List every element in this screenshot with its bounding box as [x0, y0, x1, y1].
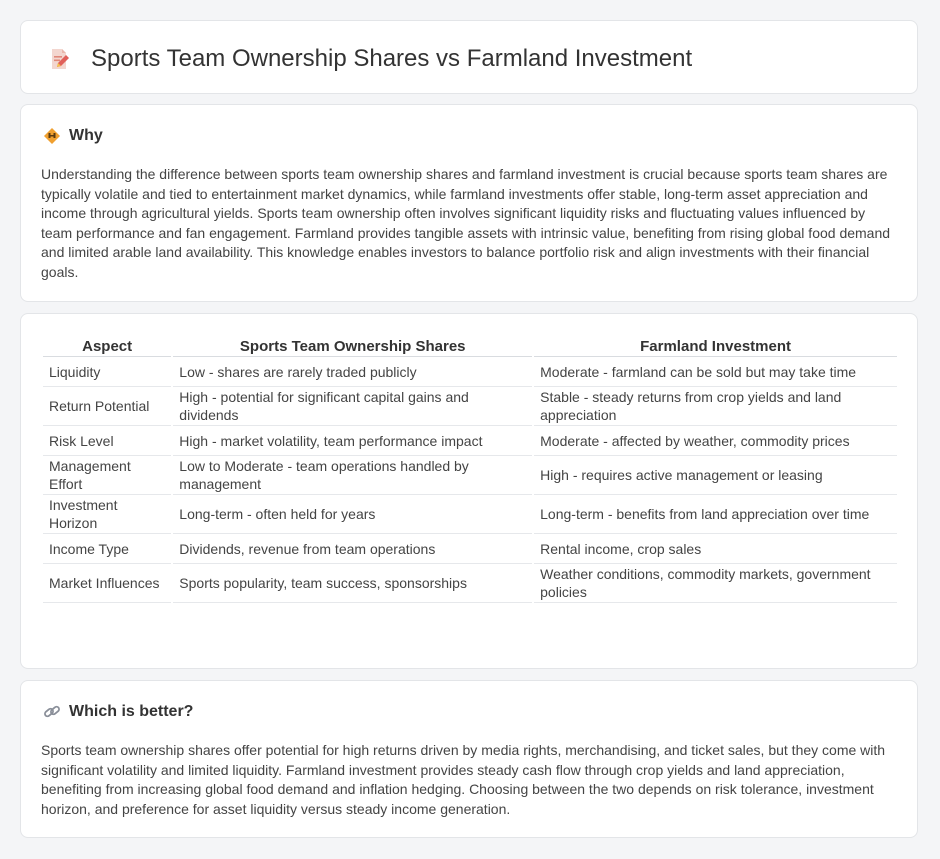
- column-header-aspect: Aspect: [43, 334, 172, 357]
- which-is-better-section: Which is better? Sports team ownership s…: [20, 680, 918, 838]
- why-body: Understanding the difference between spo…: [41, 166, 891, 280]
- table-row: Risk Level High - market volatility, tea…: [43, 426, 897, 456]
- table-cell: Weather conditions, commodity markets, g…: [534, 564, 897, 603]
- table-row: Management Effort Low to Moderate - team…: [43, 456, 897, 495]
- table-cell: Long-term - often held for years: [173, 495, 533, 534]
- table-cell: Moderate - farmland can be sold but may …: [534, 357, 897, 387]
- header-card: Sports Team Ownership Shares vs Farmland…: [20, 20, 918, 94]
- comparison-table-card: Aspect Sports Team Ownership Shares Farm…: [20, 313, 918, 669]
- comparison-table: Aspect Sports Team Ownership Shares Farm…: [41, 334, 899, 603]
- table-cell: Management Effort: [43, 456, 172, 495]
- table-cell: Long-term - benefits from land appreciat…: [534, 495, 897, 534]
- table-cell: High - market volatility, team performan…: [173, 426, 533, 456]
- table-cell: Rental income, crop sales: [534, 534, 897, 564]
- table-row: Investment Horizon Long-term - often hel…: [43, 495, 897, 534]
- table-row: Market Influences Sports popularity, tea…: [43, 564, 897, 603]
- better-body: Sports team ownership shares offer poten…: [41, 742, 886, 817]
- link-icon: [44, 705, 60, 718]
- column-header-sports: Sports Team Ownership Shares: [173, 334, 533, 357]
- better-heading: Which is better?: [43, 703, 193, 721]
- warning-diamond-icon: [44, 128, 60, 144]
- table-cell: Low - shares are rarely traded publicly: [173, 357, 533, 387]
- table-cell: High - requires active management or lea…: [534, 456, 897, 495]
- why-section: Why Understanding the difference between…: [20, 104, 918, 302]
- table-cell: High - potential for significant capital…: [173, 387, 533, 426]
- why-title: Why: [69, 127, 103, 144]
- better-title: Which is better?: [69, 703, 194, 720]
- why-heading: Why: [43, 127, 103, 145]
- table-cell: Investment Horizon: [43, 495, 172, 534]
- table-cell: Market Influences: [43, 564, 172, 603]
- column-header-farmland: Farmland Investment: [534, 334, 897, 357]
- table-cell: Return Potential: [43, 387, 172, 426]
- table-cell: Liquidity: [43, 357, 172, 387]
- table-row: Income Type Dividends, revenue from team…: [43, 534, 897, 564]
- table-cell: Moderate - affected by weather, commodit…: [534, 426, 897, 456]
- table-cell: Low to Moderate - team operations handle…: [173, 456, 533, 495]
- table-row: Return Potential High - potential for si…: [43, 387, 897, 426]
- page-title: Sports Team Ownership Shares vs Farmland…: [91, 45, 693, 72]
- table-cell: Stable - steady returns from crop yields…: [534, 387, 897, 426]
- table-header-row: Aspect Sports Team Ownership Shares Farm…: [43, 334, 897, 357]
- table-cell: Sports popularity, team success, sponsor…: [173, 564, 533, 603]
- table-cell: Income Type: [43, 534, 172, 564]
- document-pencil-icon: [52, 49, 69, 69]
- table-cell: Dividends, revenue from team operations: [173, 534, 533, 564]
- table-row: Liquidity Low - shares are rarely traded…: [43, 357, 897, 387]
- table-cell: Risk Level: [43, 426, 172, 456]
